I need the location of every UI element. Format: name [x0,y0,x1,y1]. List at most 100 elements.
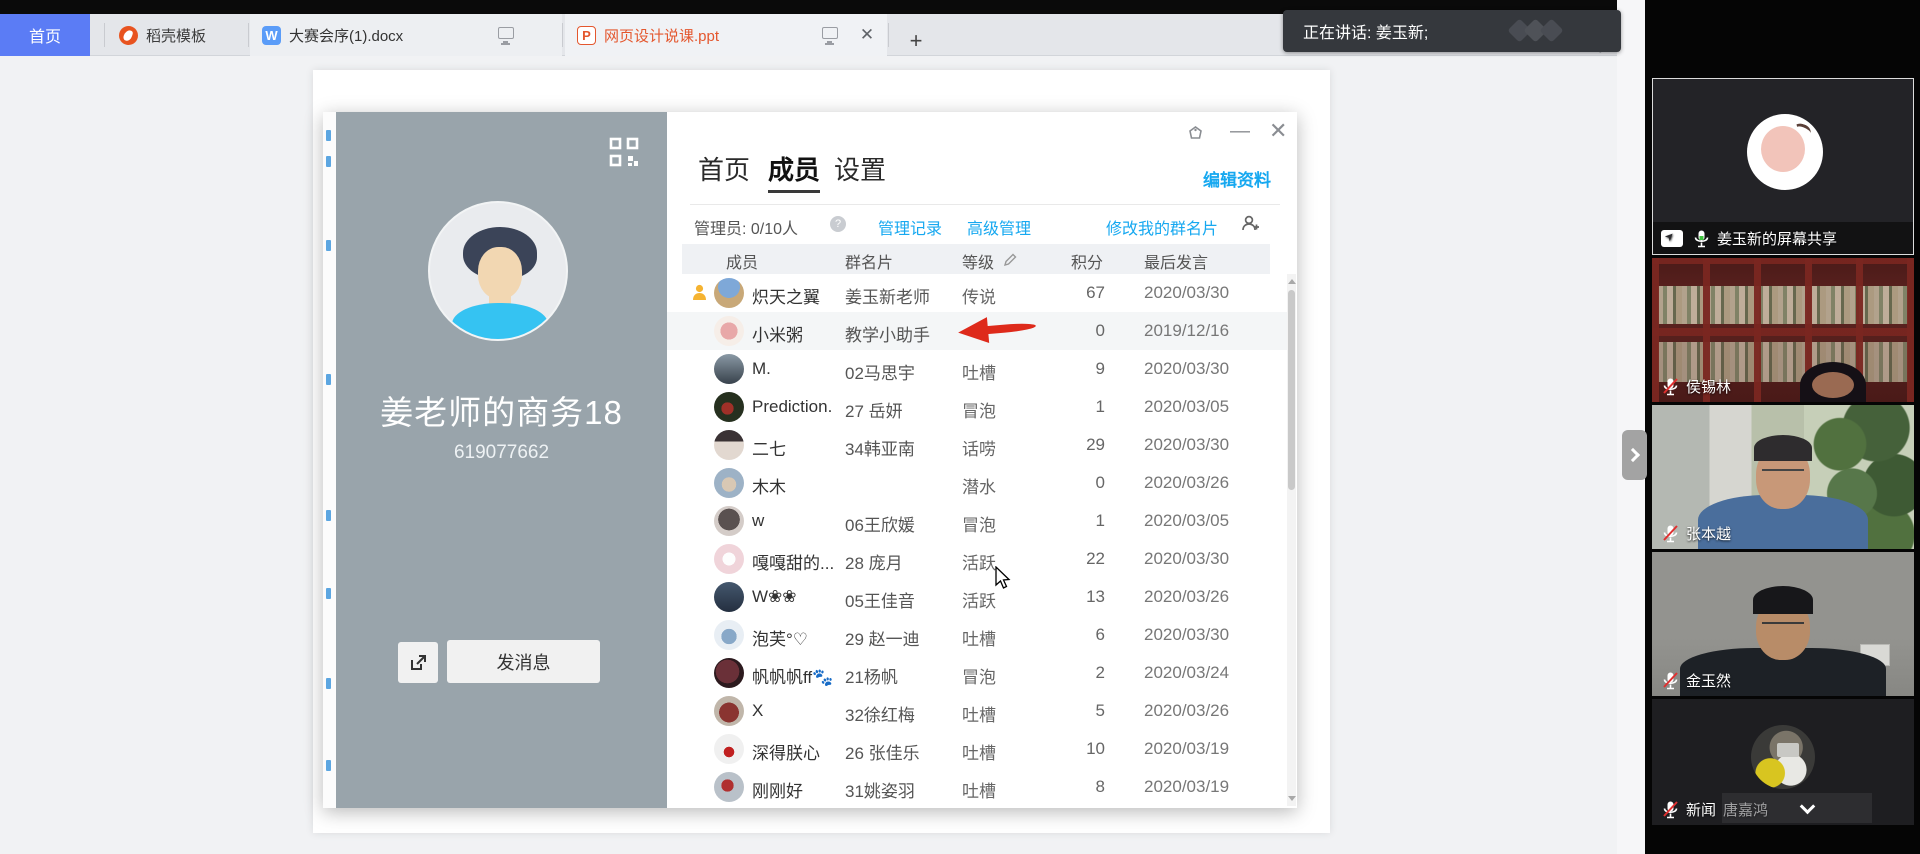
member-table-row[interactable]: 帆帆帆ff🐾 21杨帆 冒泡 2 2020/03/24 [667,654,1287,692]
minimize-icon[interactable]: — [1230,120,1250,143]
member-table-row[interactable]: 嘎嘎甜的... 28 庞月 活跃 22 2020/03/30 [667,540,1287,578]
mic-muted-icon [1661,800,1680,819]
member-card: 28 庞月 [845,549,957,574]
group-name: 姜老师的商务18 [336,386,667,434]
screen-share-icon [1661,230,1683,247]
pencil-icon[interactable] [1003,249,1018,267]
member-table-row[interactable]: M. 02马思宇 吐槽 9 2020/03/30 [667,350,1287,388]
member-last-post: 2020/03/24 [1144,663,1229,683]
participant-tile[interactable]: 张本越 [1652,405,1914,549]
member-name: Prediction. [752,397,842,417]
member-table-row[interactable]: Prediction. 27 岳妍 冒泡 1 2020/03/05 [667,388,1287,426]
member-last-post: 2020/03/30 [1144,359,1229,379]
member-table-row[interactable]: 泡芙°♡ 29 赵一迪 吐槽 6 2020/03/30 [667,616,1287,654]
admin-records-link[interactable]: 管理记录 [878,215,942,239]
member-points: 0 [1051,321,1105,341]
tab-docx-document[interactable]: W 大赛会序(1).docx [250,14,562,56]
col-level: 等级 [962,249,994,273]
scroll-down-arrow[interactable] [1288,796,1296,801]
tab-ppt-label: 网页设计说课.ppt [604,25,719,46]
member-avatar [714,582,744,612]
tab-separator [888,23,889,47]
share-group-button[interactable] [398,642,438,683]
member-last-post: 2020/03/19 [1144,777,1229,797]
member-last-post: 2020/03/19 [1144,739,1229,759]
member-name: W❀❀ [752,587,842,607]
close-icon[interactable]: ✕ [1269,118,1287,144]
member-table-row[interactable]: X 32徐红梅 吐槽 5 2020/03/26 [667,692,1287,730]
member-level: 传说 [962,283,1032,308]
participant-name: 侯锡林 [1686,376,1731,397]
send-message-button[interactable]: 发消息 [447,640,600,683]
member-table-row[interactable]: 刚刚好 31姚姿羽 吐槽 8 2020/03/19 [667,768,1287,806]
member-points: 0 [1051,473,1105,493]
member-table-row[interactable]: 炽天之翼 姜玉新老师 传说 67 2020/03/30 [667,274,1287,312]
tab-home-label: 首页 [29,23,61,47]
qr-code-icon[interactable] [609,137,639,167]
close-tab-icon[interactable]: ✕ [856,24,878,46]
chevron-down-icon[interactable] [1800,799,1816,815]
member-level: 冒泡 [962,511,1032,536]
member-name: 木木 [752,473,842,498]
member-table-row[interactable]: 深得朕心 26 张佳乐 吐槽 10 2020/03/19 [667,730,1287,768]
background-window-sliver [323,112,336,808]
participant-tile[interactable]: 侯锡林 [1652,258,1914,402]
member-card: 02马思宇 [845,359,957,384]
new-tab-button[interactable]: + [905,31,927,53]
member-avatar [714,506,744,536]
member-table-row[interactable]: W❀❀ 05王佳音 活跃 13 2020/03/26 [667,578,1287,616]
qq-tab-settings[interactable]: 设置 [834,150,886,187]
tab-template-label: 稻壳模板 [146,25,206,46]
member-card: 34韩亚南 [845,435,957,460]
shared-screen-region: 首页 稻壳模板 W 大赛会序(1).docx P 网页设计说课.ppt ✕ + … [0,0,1617,854]
participant-name: 姜玉新的屏幕共享 [1717,228,1837,249]
docer-leaf-icon [119,26,138,45]
scrollbar-thumb[interactable] [1288,290,1295,490]
speaking-toast-text: 正在讲话: 姜玉新; [1303,19,1428,43]
edit-my-card-link[interactable]: 修改我的群名片 [1106,215,1218,239]
window-skin-icon[interactable] [1187,125,1204,141]
mic-on-icon [1692,229,1711,248]
member-table-body: 炽天之翼 姜玉新老师 传说 67 2020/03/30 小米粥 教学小助手 0 … [667,274,1297,808]
member-avatar [714,354,744,384]
participant-tile[interactable]: 金玉然 [1652,552,1914,696]
speaking-toast: 正在讲话: 姜玉新; [1283,10,1621,52]
member-name: 嘎嘎甜的... [752,549,842,574]
member-table-row[interactable]: 二七 34韩亚南 话唠 29 2020/03/30 [667,426,1287,464]
admin-count-label: 管理员: 0/10人 [694,215,798,239]
member-table-row[interactable]: 木木 潜水 0 2020/03/26 [667,464,1287,502]
participant-tile-screenshare[interactable]: 姜玉新的屏幕共享 [1652,78,1914,255]
member-last-post: 2020/03/26 [1144,701,1229,721]
tab-wps-home[interactable]: 首页 [0,14,90,56]
mic-muted-icon [1661,524,1680,543]
member-card: 06王欣媛 [845,511,957,536]
qq-tab-home[interactable]: 首页 [698,150,750,187]
participant-tile[interactable]: 新闻 唐嘉鸿 [1652,699,1914,825]
member-avatar [714,544,744,574]
member-avatar [714,468,744,498]
member-name: 二七 [752,435,842,460]
mic-muted-icon [1661,377,1680,396]
tab-docer-template[interactable]: 稻壳模板 [105,14,245,56]
member-name: w [752,511,842,531]
member-last-post: 2019/12/16 [1144,321,1229,341]
active-tab-underline [768,190,820,193]
member-card: 教学小助手 [845,321,957,346]
member-last-post: 2020/03/05 [1144,397,1229,417]
edit-profile-link[interactable]: 编辑资料 [1203,166,1271,191]
qq-tab-members[interactable]: 成员 [768,150,820,187]
scroll-up-arrow[interactable] [1288,279,1296,284]
collapse-sidebar-button[interactable] [1622,430,1647,480]
tab-ppt-document[interactable]: P 网页设计说课.ppt [565,14,887,56]
help-question-icon[interactable]: ? [830,216,846,232]
scrollbar[interactable] [1287,274,1296,806]
member-level: 吐槽 [962,359,1032,384]
member-avatar [714,278,744,308]
member-level: 冒泡 [962,663,1032,688]
member-table-row[interactable]: w 06王欣媛 冒泡 1 2020/03/05 [667,502,1287,540]
member-points: 67 [1051,283,1105,303]
add-member-icon[interactable] [1241,214,1260,233]
col-member: 成员 [726,249,758,273]
advanced-admin-link[interactable]: 高级管理 [967,215,1031,239]
member-last-post: 2020/03/30 [1144,549,1229,569]
